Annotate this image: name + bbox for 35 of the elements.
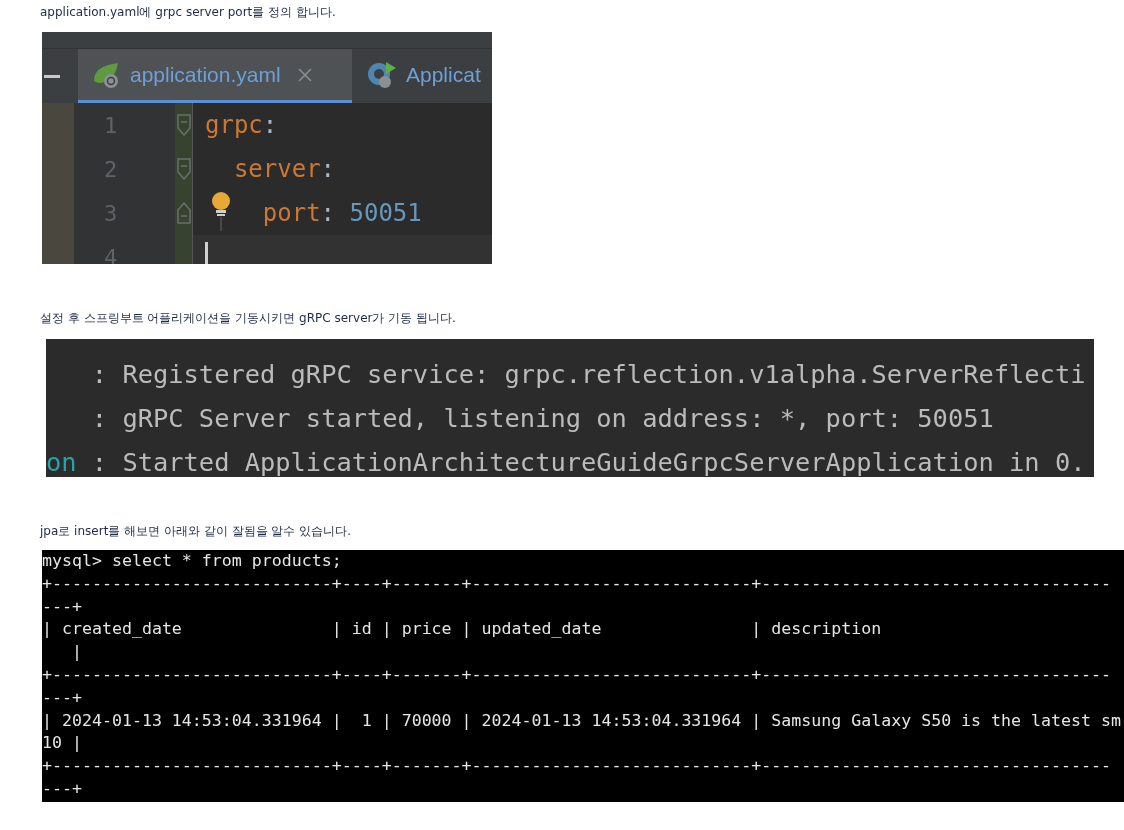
terminal-line: ---+ [42,778,82,798]
lightbulb-icon[interactable] [210,191,232,231]
collapse-icon[interactable] [176,114,191,136]
caption-text: jpa로 insert를 해보면 아래와 같이 잘됨을 알수 있습니다. [40,523,352,539]
fold-end-icon[interactable] [176,202,191,224]
caption-text: 설정 후 스프링부트 어플리케이션을 기동시키면 gRPC server가 기동 됩니다. [40,310,456,326]
editor-tab[interactable]: application.yaml [78,49,352,103]
text-caret [205,242,208,264]
dash-icon [44,74,60,78]
yaml-key: port [262,199,321,227]
terminal-line: +----------------------------+----+-------+----------------------------+----------------------------------- [42,665,1111,684]
caption-text: application.yaml에 grpc server port를 정의 합니다. [40,4,336,20]
close-icon[interactable] [296,66,313,83]
editor-tab[interactable]: Applicat [352,49,492,103]
collapse-icon[interactable] [176,158,191,180]
colon: : [320,155,336,183]
terminal-line: | 2024-01-13 14:53:04.331964 | 1 | 70000 | 2024-01-13 14:53:04.331964 | Samsung Galaxy S50 is the latest sm [42,710,1121,730]
terminal-line: | [70,642,82,662]
log-message: : Started ApplicationArchitectureGuideGrpcServerApplication in 0. [91,446,1086,479]
terminal-line: +----------------------------+----+-------+----------------------------+----------------------------------- [42,573,1111,593]
colon: : [262,111,278,139]
logger-name: on [46,447,77,477]
app-icon [366,59,398,90]
yaml-key: server [233,155,321,183]
log-message: : Registered gRPC service: grpc.reflection.v1alpha.ServerReflecti [91,358,1086,391]
terminal-line: ---+ [42,596,82,616]
terminal-line: ---+ [42,687,82,707]
terminal-line: mysql> select * from products; [42,551,342,570]
yaml-key: grpc [205,111,263,139]
terminal-line: | created_date | id | price | updated_date | description [42,619,882,639]
terminal-line: 10 | [42,733,82,753]
log-message: : gRPC Server started, listening on address: *, port: 50051 [91,402,994,435]
yaml-value: 50051 [349,199,422,227]
colon: : [320,199,336,227]
terminal-line: +----------------------------+----+-------+----------------------------+----------------------------------- [42,756,1111,776]
